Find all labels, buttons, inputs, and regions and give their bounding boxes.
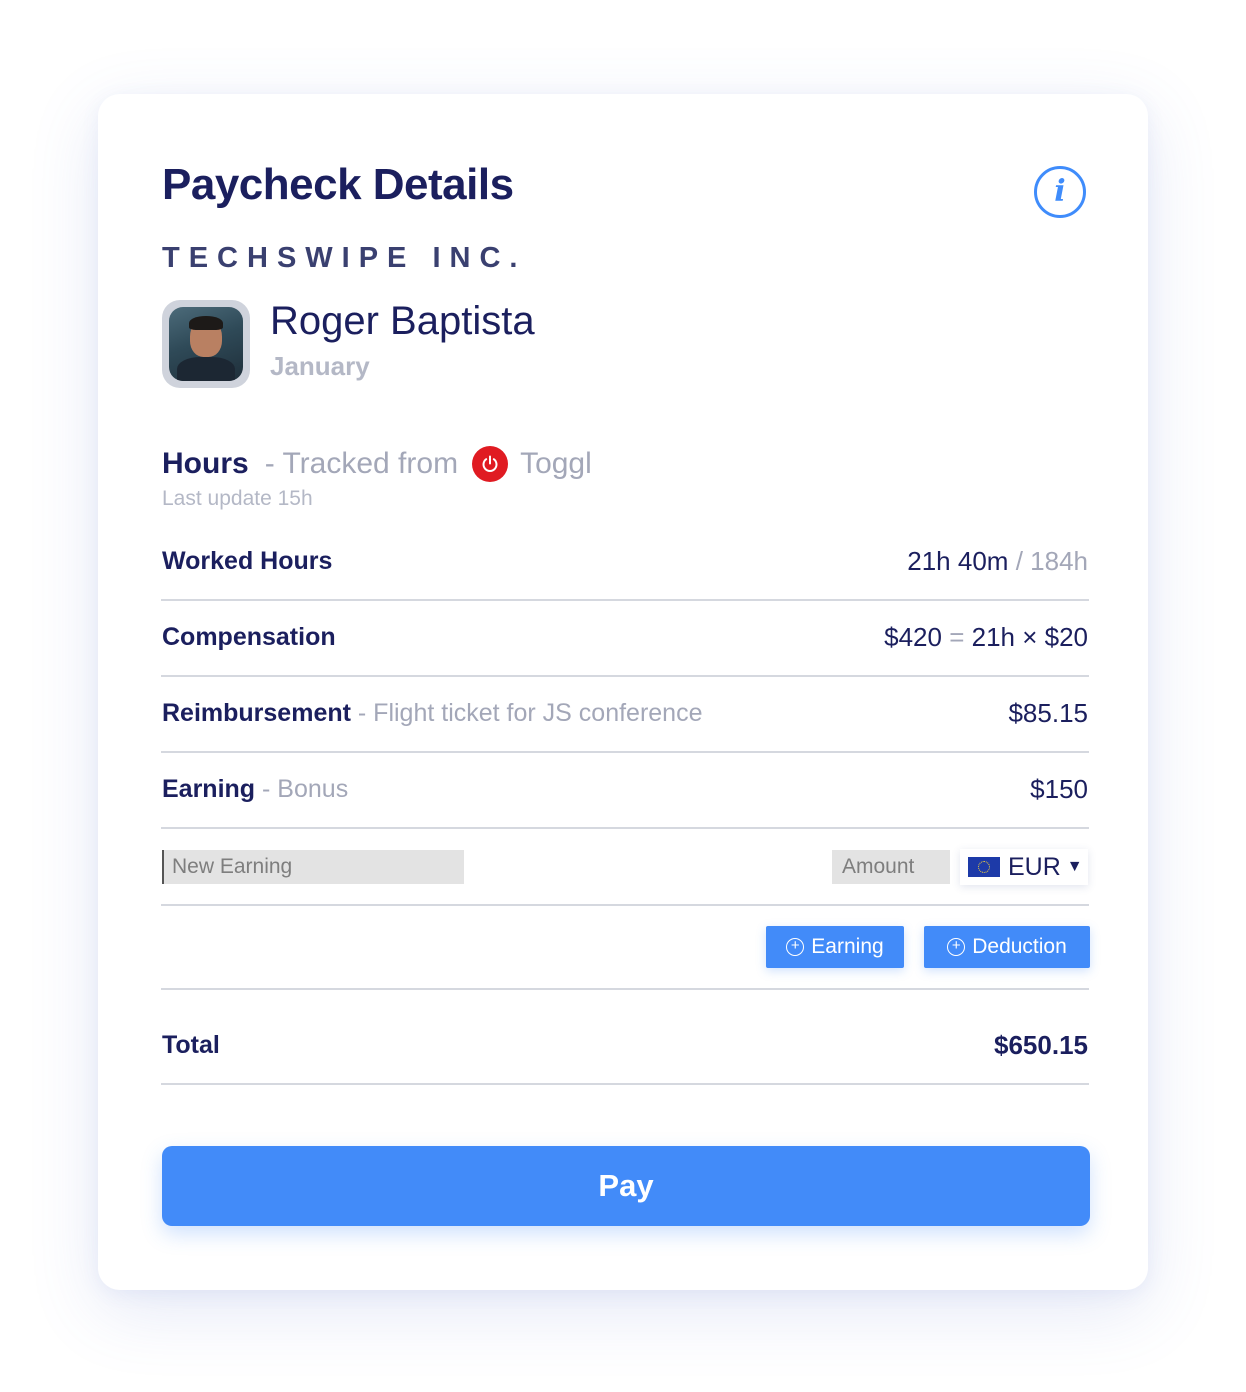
add-earning-label: Earning bbox=[811, 935, 884, 958]
pay-button[interactable]: Pay bbox=[162, 1146, 1090, 1226]
compensation-label: Compensation bbox=[162, 623, 336, 651]
add-deduction-label: Deduction bbox=[972, 935, 1067, 958]
avatar bbox=[162, 300, 250, 388]
divider bbox=[161, 904, 1089, 906]
plus-circle-icon: + bbox=[947, 938, 966, 956]
reimbursement-value: $85.15 bbox=[1008, 698, 1088, 728]
eu-flag-icon bbox=[968, 857, 1000, 877]
paycheck-card: Paycheck Details i TECHSWIPE INC. Roger … bbox=[98, 94, 1148, 1290]
divider bbox=[161, 1083, 1089, 1085]
amount-input[interactable]: Amount bbox=[832, 850, 950, 884]
currency-code: EUR bbox=[1008, 852, 1061, 881]
last-update: Last update 15h bbox=[162, 487, 313, 510]
reimbursement-label: Reimbursement - Flight ticket for JS con… bbox=[162, 699, 703, 728]
total-label: Total bbox=[162, 1031, 220, 1059]
compensation-equals: = bbox=[949, 622, 965, 652]
worked-hours-amount: 21h 40m bbox=[907, 546, 1009, 576]
currency-select[interactable]: EUR ▼ bbox=[960, 849, 1088, 885]
divider bbox=[161, 751, 1089, 753]
divider bbox=[161, 599, 1089, 601]
worked-hours-separator: / bbox=[1015, 546, 1023, 576]
company-name: TECHSWIPE INC. bbox=[162, 242, 527, 274]
worked-hours-total: 184h bbox=[1030, 546, 1088, 576]
earning-row: Earning - Bonus $150 bbox=[162, 774, 1088, 805]
reimbursement-description: - Flight ticket for JS conference bbox=[357, 699, 703, 727]
plus-circle-icon: + bbox=[786, 938, 805, 956]
hours-source-prefix: - Tracked from bbox=[264, 447, 459, 480]
add-earning-button[interactable]: + Earning bbox=[766, 926, 904, 968]
divider bbox=[161, 988, 1089, 990]
total-value: $650.15 bbox=[994, 1030, 1088, 1060]
reimbursement-row: Reimbursement - Flight ticket for JS con… bbox=[162, 698, 1088, 729]
toggl-power-icon bbox=[472, 446, 509, 482]
earning-label: Earning - Bonus bbox=[162, 775, 348, 804]
worked-hours-value: 21h 40m / 184h bbox=[907, 546, 1088, 577]
earning-title: Earning bbox=[162, 775, 256, 803]
total-row: Total $650.15 bbox=[162, 1030, 1088, 1061]
divider bbox=[161, 675, 1089, 677]
chevron-down-icon: ▼ bbox=[1066, 858, 1083, 875]
hours-source-name[interactable]: Toggl bbox=[520, 447, 592, 481]
worked-hours-label: Worked Hours bbox=[162, 547, 333, 575]
hours-header: Hours - Tracked from Toggl bbox=[162, 446, 592, 482]
compensation-value: $420 = 21h × $20 bbox=[884, 622, 1088, 653]
divider bbox=[161, 827, 1089, 829]
info-icon[interactable]: i bbox=[1034, 166, 1086, 218]
earning-value: $150 bbox=[1030, 774, 1088, 804]
earning-description: - Bonus bbox=[262, 775, 349, 803]
add-deduction-button[interactable]: + Deduction bbox=[924, 926, 1090, 968]
worked-hours-row: Worked Hours 21h 40m / 184h bbox=[162, 546, 1088, 577]
reimbursement-title: Reimbursement bbox=[162, 699, 351, 727]
avatar-photo bbox=[169, 307, 243, 381]
compensation-row: Compensation $420 = 21h × $20 bbox=[162, 622, 1088, 653]
hours-heading: Hours bbox=[162, 447, 249, 480]
new-earning-input[interactable]: New Earning bbox=[162, 850, 464, 884]
pay-period: January bbox=[270, 351, 370, 381]
employee-name: Roger Baptista bbox=[270, 299, 535, 343]
compensation-formula: 21h × $20 bbox=[971, 622, 1088, 652]
compensation-amount: $420 bbox=[884, 622, 942, 652]
page-title: Paycheck Details bbox=[162, 160, 514, 209]
